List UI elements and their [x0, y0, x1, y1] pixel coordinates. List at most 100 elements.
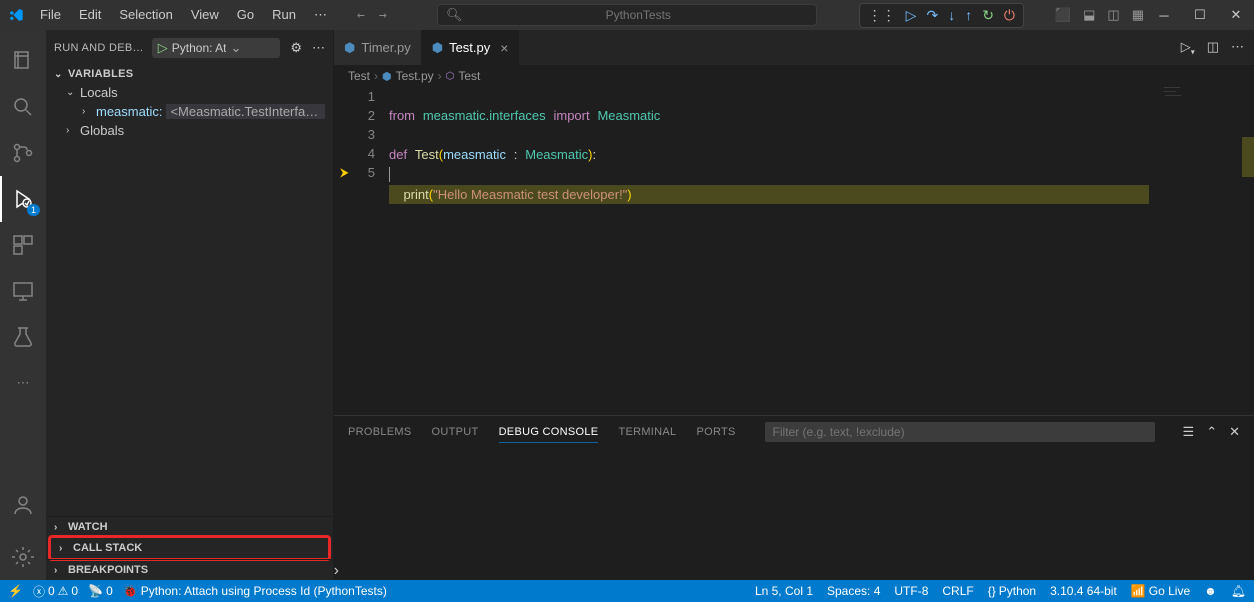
panel-tab-output[interactable]: OUTPUT	[432, 422, 479, 442]
remote-indicator[interactable]: ⚡	[8, 584, 23, 598]
drag-handle-icon[interactable]: ⋮⋮	[868, 7, 896, 24]
source-control-icon[interactable]	[0, 130, 46, 176]
breadcrumb[interactable]: Test › ⬢ Test.py › ⬡ Test	[334, 65, 1254, 87]
breakpoint-current-icon[interactable]: ⮞	[340, 163, 349, 182]
more-icon[interactable]: ⋯	[312, 40, 325, 56]
toggle-panel-icon[interactable]: ⬓	[1083, 7, 1095, 23]
explorer-icon[interactable]	[0, 38, 46, 84]
chevron-right-icon: ›	[54, 565, 64, 576]
tab-timer-py[interactable]: ⬢ Timer.py	[334, 30, 422, 65]
testing-icon[interactable]	[0, 314, 46, 360]
nav-back-icon[interactable]: ←	[357, 8, 365, 23]
disconnect-icon[interactable]: ⏻	[1004, 7, 1015, 24]
section-breakpoints[interactable]: › BREAKPOINTS	[46, 559, 333, 580]
section-label: VARIABLES	[68, 68, 133, 80]
scope-globals[interactable]: › Globals	[46, 121, 333, 140]
toggle-primary-sidebar-icon[interactable]: ⬛	[1055, 7, 1071, 23]
remote-icon: ⚡	[8, 584, 23, 598]
filter-settings-icon[interactable]: ☰	[1183, 424, 1195, 440]
expand-panel-icon[interactable]: ›	[330, 562, 343, 580]
status-bar: ⚡ ⓧ0 ⚠0 📡0 🐞Python: Attach using Process…	[0, 580, 1254, 602]
nav-forward-icon[interactable]: →	[379, 8, 387, 23]
breadcrumb-symbol[interactable]: Test	[458, 69, 480, 83]
activity-bar: 1 ⋯	[0, 30, 46, 580]
split-editor-icon[interactable]: ◫	[1207, 39, 1219, 57]
status-encoding[interactable]: UTF-8	[894, 584, 928, 598]
search-icon[interactable]	[0, 84, 46, 130]
remote-explorer-icon[interactable]	[0, 268, 46, 314]
search-input[interactable]	[469, 8, 808, 22]
toggle-secondary-sidebar-icon[interactable]: ◫	[1107, 7, 1119, 23]
status-language[interactable]: {} Python	[988, 584, 1036, 598]
variable-value: <Measmatic.TestInterfa…	[166, 104, 325, 119]
debug-config-label: Python: At	[172, 41, 227, 55]
status-golive[interactable]: 📶 Go Live	[1131, 584, 1190, 598]
accounts-icon[interactable]	[0, 482, 46, 528]
maximize-icon[interactable]: ☐	[1182, 0, 1218, 30]
tab-actions: ▷▾ ◫ ⋯	[1181, 39, 1254, 57]
menu-go[interactable]: Go	[229, 3, 262, 27]
menu-file[interactable]: File	[32, 3, 69, 27]
restart-icon[interactable]: ↻	[982, 7, 994, 24]
section-callstack[interactable]: › CALL STACK	[55, 540, 324, 556]
section-label: WATCH	[68, 521, 108, 533]
customize-layout-icon[interactable]: ▦	[1132, 7, 1144, 23]
menu-selection[interactable]: Selection	[111, 3, 180, 27]
search-icon: 🔍︎	[446, 7, 463, 23]
window-controls: ─ ☐ ✕	[1146, 0, 1254, 30]
menu-view[interactable]: View	[183, 3, 227, 27]
panel-tab-ports[interactable]: PORTS	[696, 422, 735, 442]
status-notifications[interactable]: 🔔︎	[1231, 584, 1246, 598]
panel-tab-problems[interactable]: PROBLEMS	[348, 422, 412, 442]
settings-icon[interactable]	[0, 534, 46, 580]
code-editor[interactable]: 1 2 3 4 ⮞5 from measmatic.interfaces imp…	[334, 87, 1254, 415]
function: Test	[415, 147, 439, 162]
code-content[interactable]: from measmatic.interfaces import Measmat…	[389, 87, 1254, 415]
step-out-icon[interactable]: ↑	[965, 7, 972, 23]
close-tab-icon[interactable]: ×	[500, 40, 508, 56]
extensions-icon[interactable]	[0, 222, 46, 268]
bottom-panel: PROBLEMS OUTPUT DEBUG CONSOLE TERMINAL P…	[334, 415, 1254, 580]
collapse-panel-icon[interactable]: ⌃	[1206, 424, 1217, 440]
run-debug-icon[interactable]: 1	[0, 176, 46, 222]
command-center[interactable]: 🔍︎	[437, 4, 817, 26]
panel-tab-debug-console[interactable]: DEBUG CONSOLE	[499, 422, 599, 443]
scope-locals[interactable]: ⌄ Locals	[46, 83, 333, 102]
close-icon[interactable]: ✕	[1218, 0, 1254, 30]
start-debug-icon[interactable]: ▷	[158, 40, 168, 56]
minimize-icon[interactable]: ─	[1146, 0, 1182, 30]
more-views-icon[interactable]: ⋯	[0, 360, 46, 406]
status-debug[interactable]: 🐞Python: Attach using Process Id (Python…	[123, 584, 387, 598]
breadcrumb-folder[interactable]: Test	[348, 69, 370, 83]
status-ports[interactable]: 📡0	[88, 584, 113, 598]
menu-run[interactable]: Run	[264, 3, 304, 27]
status-spaces[interactable]: Spaces: 4	[827, 584, 880, 598]
status-errors[interactable]: ⓧ0 ⚠0	[33, 583, 78, 600]
status-python[interactable]: 3.10.4 64-bit	[1050, 584, 1117, 598]
status-cursor[interactable]: Ln 5, Col 1	[755, 584, 813, 598]
scrollbar-marker	[1242, 137, 1254, 177]
section-variables[interactable]: ⌄ VARIABLES	[46, 65, 333, 83]
menu-edit[interactable]: Edit	[71, 3, 109, 27]
run-file-icon[interactable]: ▷▾	[1181, 39, 1195, 57]
debug-config-dropdown[interactable]: ▷ Python: At ⌄	[152, 38, 281, 58]
tab-test-py[interactable]: ⬢ Test.py ×	[422, 30, 520, 65]
breadcrumb-file[interactable]: Test.py	[396, 69, 434, 83]
status-eol[interactable]: CRLF	[942, 584, 973, 598]
close-panel-icon[interactable]: ✕	[1229, 424, 1240, 440]
filter-input[interactable]	[765, 422, 1155, 442]
step-over-icon[interactable]: ↷	[926, 7, 938, 24]
menu-more-icon[interactable]: ⋯	[306, 3, 335, 27]
section-watch[interactable]: › WATCH	[46, 516, 333, 537]
more-actions-icon[interactable]: ⋯	[1231, 39, 1244, 57]
gear-icon[interactable]: ⚙	[290, 40, 302, 56]
scope-label: Globals	[80, 123, 124, 138]
status-feedback[interactable]: ☻	[1204, 584, 1217, 598]
panel-tab-terminal[interactable]: TERMINAL	[618, 422, 676, 442]
continue-icon[interactable]: ▷	[906, 7, 917, 24]
step-into-icon[interactable]: ↓	[948, 7, 955, 23]
variable-measmatic[interactable]: › measmatic: <Measmatic.TestInterfa…	[46, 102, 333, 121]
nav-arrows: ← →	[357, 8, 387, 23]
minimap[interactable]: ▬▬▬▬▬▬▬▬▬▬▬▬▬▬ ▬▬▬▬▬▬▬▬	[1164, 87, 1254, 415]
chevron-right-icon: ›	[374, 69, 378, 83]
